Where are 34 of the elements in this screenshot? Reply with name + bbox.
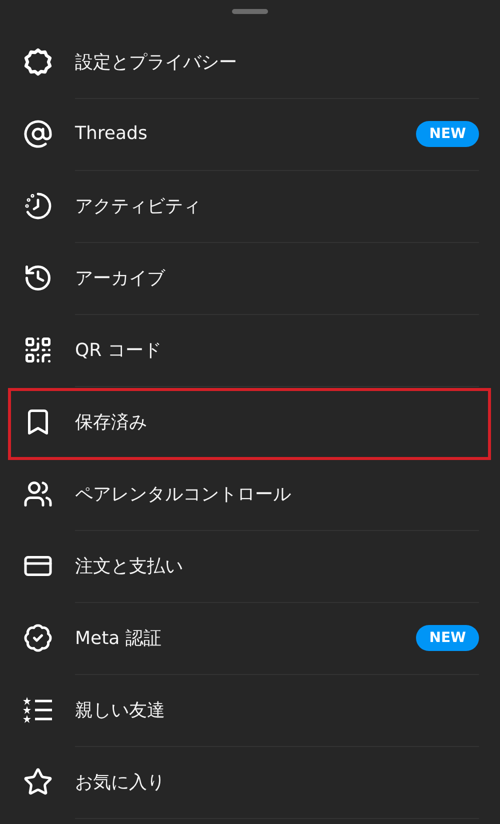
users-icon xyxy=(23,479,53,509)
menu-item[interactable]: アーカイブ xyxy=(0,242,500,314)
menu-item-label: Threads xyxy=(75,123,148,144)
menu-item-label: 親しい友達 xyxy=(75,698,166,722)
new-badge: NEW xyxy=(416,624,479,650)
menu-item[interactable]: 保存済み xyxy=(0,386,500,458)
at-sign-icon xyxy=(23,119,53,149)
verified-badge-icon xyxy=(23,623,53,653)
history-icon xyxy=(23,263,53,293)
menu-item-label: Meta 認証 xyxy=(75,626,162,650)
menu-item[interactable]: お気に入り xyxy=(0,746,500,818)
menu-item-label: アクティビティ xyxy=(75,194,202,218)
flower-outline-icon xyxy=(23,47,53,77)
menu-item-label: ペアレンタルコントロール xyxy=(75,482,292,506)
star-list-icon xyxy=(23,695,53,725)
menu-item[interactable]: ペアレンタルコントロール xyxy=(0,458,500,530)
menu-item[interactable]: Threads NEW xyxy=(0,98,500,170)
menu-item-label: 保存済み xyxy=(75,410,148,434)
menu-item-label: 設定とプライバシー xyxy=(75,50,238,74)
menu-item-label: QR コード xyxy=(75,338,162,362)
clock-icon xyxy=(23,191,53,221)
menu-item[interactable]: Meta 認証 NEW xyxy=(0,602,500,674)
menu-item-label: 注文と支払い xyxy=(75,554,184,578)
drag-handle[interactable] xyxy=(232,9,268,14)
new-badge: NEW xyxy=(416,120,479,146)
star-icon xyxy=(23,767,53,797)
menu-item-label: アーカイブ xyxy=(75,266,166,290)
menu-item[interactable]: QR コード xyxy=(0,314,500,386)
qr-code-icon xyxy=(23,335,53,365)
menu-item[interactable]: 設定とプライバシー xyxy=(0,26,500,98)
menu-item[interactable]: 親しい友達 xyxy=(0,674,500,746)
menu-item[interactable]: 注文と支払い xyxy=(0,530,500,602)
menu-item-label: お気に入り xyxy=(75,770,166,794)
menu-item[interactable]: アクティビティ xyxy=(0,170,500,242)
